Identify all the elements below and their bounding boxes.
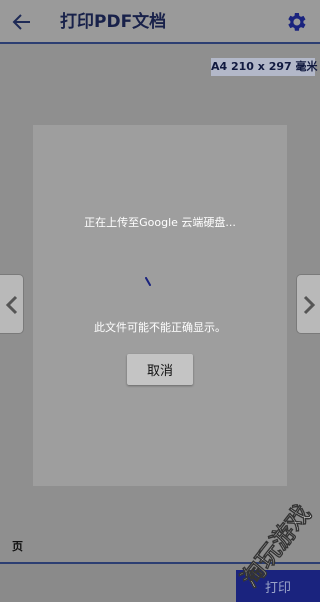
paper-size-selector[interactable]: A4 210 x 297 毫米 <box>211 58 318 76</box>
back-button[interactable] <box>10 10 34 34</box>
app-bar: 打印PDF文档 <box>0 0 320 44</box>
previous-page-button[interactable] <box>0 274 24 334</box>
settings-button[interactable] <box>284 10 308 34</box>
page-indicator: 页 <box>12 540 23 553</box>
chevron-left-icon <box>5 295 18 315</box>
gear-icon <box>288 13 306 31</box>
chevron-right-icon <box>303 295 316 315</box>
uploading-status-text: 正在上传至Google 云端硬盘... <box>84 216 236 229</box>
arrow-left-icon <box>12 14 30 30</box>
page-preview <box>33 125 287 486</box>
loading-spinner-icon <box>145 277 151 286</box>
print-button[interactable]: 打印 <box>236 570 320 602</box>
next-page-button[interactable] <box>296 274 320 334</box>
display-warning-text: 此文件可能不能正确显示。 <box>94 321 226 334</box>
page-title: 打印PDF文档 <box>60 12 167 32</box>
cancel-button[interactable]: 取消 <box>127 354 193 385</box>
